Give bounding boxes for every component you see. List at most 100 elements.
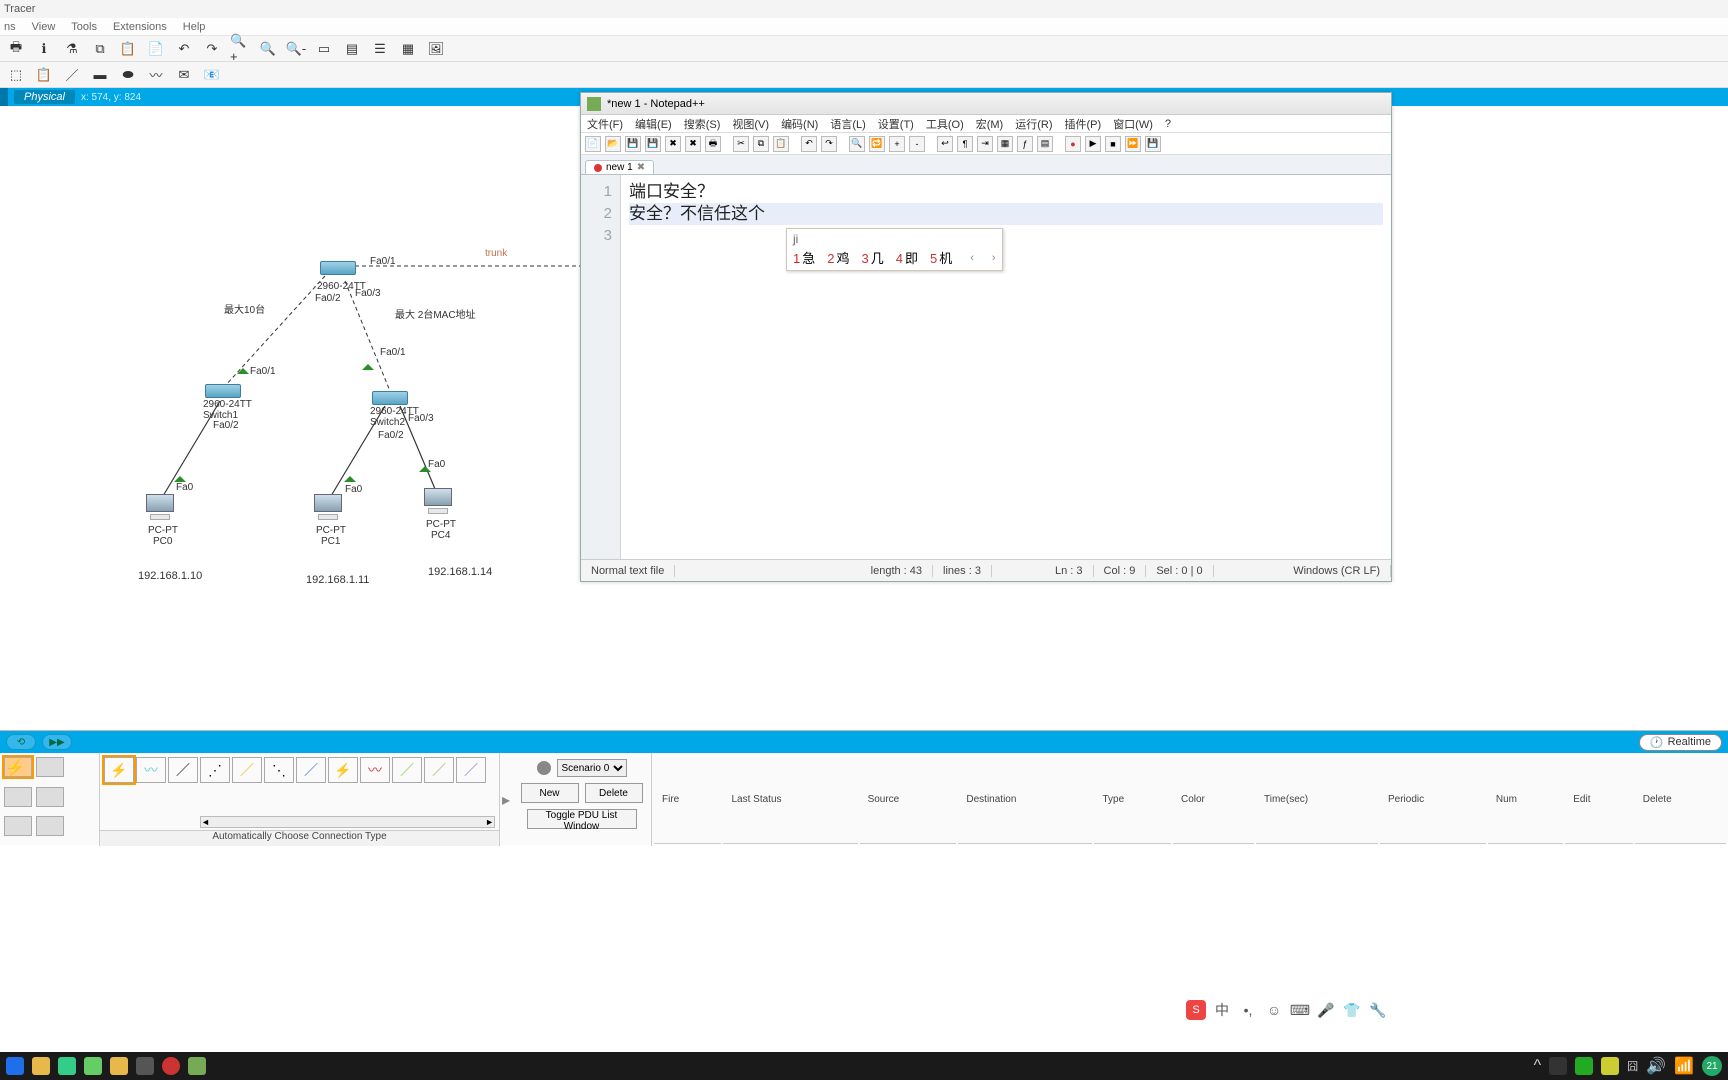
ime-keyboard-icon[interactable]: ⌨ xyxy=(1290,1000,1310,1020)
npp-menu-settings[interactable]: 设置(T) xyxy=(878,116,914,132)
npp-cut-icon[interactable]: ✂ xyxy=(733,136,749,152)
zoomin-icon[interactable]: 🔍+ xyxy=(230,39,250,59)
physical-tab[interactable]: Physical xyxy=(14,90,75,104)
ime-dock[interactable]: S 中 •, ☺ ⌨ 🎤 👕 🔧 xyxy=(1186,1000,1388,1020)
npp-copy-icon[interactable]: ⧉ xyxy=(753,136,769,152)
start-button[interactable] xyxy=(6,1057,24,1075)
npp-save-icon[interactable]: 💾 xyxy=(625,136,641,152)
menu-ns[interactable]: ns xyxy=(4,21,16,33)
cat-connections[interactable]: ⚡ xyxy=(4,757,32,777)
task-camtasia[interactable] xyxy=(136,1057,154,1075)
ime-cand-3[interactable]: 3几 xyxy=(862,248,884,267)
npp-menu-run[interactable]: 运行(R) xyxy=(1015,116,1052,132)
ime-lang[interactable]: 中 xyxy=(1212,1000,1232,1020)
cat-empty3[interactable] xyxy=(36,816,64,836)
npp-titlebar[interactable]: *new 1 - Notepad++ xyxy=(581,93,1391,115)
pc4[interactable] xyxy=(422,488,454,516)
npp-undo-icon[interactable]: ↶ xyxy=(801,136,817,152)
note-icon[interactable]: 📋 xyxy=(34,65,54,85)
switch2[interactable] xyxy=(372,391,408,405)
npp-rec-icon[interactable]: ● xyxy=(1065,136,1081,152)
ellipse-icon[interactable]: ⬬ xyxy=(118,65,138,85)
menu-tools[interactable]: Tools xyxy=(71,21,97,33)
print-icon[interactable]: 🖶 xyxy=(6,39,26,59)
fast-forward-button[interactable]: ▶▶ xyxy=(42,734,72,750)
npp-paste-icon[interactable]: 📋 xyxy=(773,136,789,152)
pdu-h-edit[interactable]: Edit xyxy=(1565,755,1632,844)
pdu-h-color[interactable]: Color xyxy=(1173,755,1254,844)
pdu-h-fire[interactable]: Fire xyxy=(654,755,721,844)
npp-menu-edit[interactable]: 编辑(E) xyxy=(635,116,672,132)
conn-octal[interactable]: ／ xyxy=(392,757,422,783)
image-icon[interactable]: 🖼 xyxy=(426,39,446,59)
paste-icon[interactable]: 📋 xyxy=(118,39,138,59)
pc1[interactable] xyxy=(312,494,344,522)
menu-extensions[interactable]: Extensions xyxy=(113,21,167,33)
task-files[interactable] xyxy=(110,1057,128,1075)
palette-scrollbar[interactable] xyxy=(200,816,495,828)
tray-wifi-icon[interactable]: 📶 xyxy=(1674,1056,1694,1076)
npp-invis-icon[interactable]: ¶ xyxy=(957,136,973,152)
freeform-icon[interactable]: 〰 xyxy=(146,65,166,85)
npp-menu-plugins[interactable]: 插件(P) xyxy=(1065,116,1102,132)
pt-menubar[interactable]: ns View Tools Extensions Help xyxy=(0,18,1728,36)
pdu-h-type[interactable]: Type xyxy=(1094,755,1171,844)
rect-icon[interactable]: ▬ xyxy=(90,65,110,85)
windows-taskbar[interactable]: ^ 囧 🔊 📶 21 xyxy=(0,1052,1728,1080)
ime-cand-5[interactable]: 5机 xyxy=(930,248,952,267)
conn-serial-dce[interactable]: ⚡ xyxy=(328,757,358,783)
sogou-icon[interactable]: S xyxy=(1186,1000,1206,1020)
npp-replace-icon[interactable]: 🔁 xyxy=(869,136,885,152)
npp-indent-icon[interactable]: ⇥ xyxy=(977,136,993,152)
tray-ime-icon[interactable]: 囧 xyxy=(1627,1058,1638,1074)
cat-empty2[interactable] xyxy=(4,816,32,836)
select-icon[interactable]: ⬚ xyxy=(6,65,26,85)
scenario-select[interactable]: Scenario 0 xyxy=(557,759,627,777)
ime-cand-1[interactable]: 1急 xyxy=(793,248,815,267)
drawrect-icon[interactable]: ▭ xyxy=(314,39,334,59)
npp-menubar[interactable]: 文件(F) 编辑(E) 搜索(S) 视图(V) 编码(N) 语言(L) 设置(T… xyxy=(581,115,1391,133)
npp-zoomin2-icon[interactable]: + xyxy=(889,136,905,152)
ime-cand-2[interactable]: 2鸡 xyxy=(827,248,849,267)
ime-face-icon[interactable]: ☺ xyxy=(1264,1000,1284,1020)
npp-playmult-icon[interactable]: ⏩ xyxy=(1125,136,1141,152)
npp-savemacro-icon[interactable]: 💾 xyxy=(1145,136,1161,152)
pdu-h-time[interactable]: Time(sec) xyxy=(1256,755,1378,844)
npp-menu-lang[interactable]: 语言(L) xyxy=(830,116,865,132)
task-explorer[interactable] xyxy=(32,1057,50,1075)
npp-print-icon[interactable]: 🖶 xyxy=(705,136,721,152)
pdu-h-last[interactable]: Last Status xyxy=(723,755,857,844)
realtime-toggle[interactable]: 🕐 Realtime xyxy=(1639,734,1722,751)
info-icon[interactable]: ℹ xyxy=(34,39,54,59)
ime-punct-icon[interactable]: •, xyxy=(1238,1000,1258,1020)
npp-map-icon[interactable]: ▤ xyxy=(1037,136,1053,152)
npp-zoomout2-icon[interactable]: - xyxy=(909,136,925,152)
collapse-handle[interactable]: ▸ xyxy=(500,753,512,846)
conn-usb[interactable]: ／ xyxy=(424,757,454,783)
ime-cand-4[interactable]: 4即 xyxy=(896,248,918,267)
ime-popup[interactable]: ji 1急 2鸡 3几 4即 5机 ‹ › xyxy=(786,228,1003,271)
tray-up-icon[interactable]: ^ xyxy=(1534,1057,1542,1075)
power-cycle-button[interactable]: ⟲ xyxy=(6,734,36,750)
ime-next-icon[interactable]: › xyxy=(992,252,996,264)
npp-menu-window[interactable]: 窗口(W) xyxy=(1113,116,1153,132)
npp-menu-file[interactable]: 文件(F) xyxy=(587,116,623,132)
switch1[interactable] xyxy=(205,384,241,398)
conn-console[interactable]: 〰 xyxy=(136,757,166,783)
logical-handle[interactable] xyxy=(0,88,8,106)
task-pt[interactable] xyxy=(188,1057,206,1075)
device-icon[interactable]: ▦ xyxy=(398,39,418,59)
pdu-h-dst[interactable]: Destination xyxy=(958,755,1092,844)
drawpoly-icon[interactable]: ▤ xyxy=(342,39,362,59)
pdu-h-per[interactable]: Periodic xyxy=(1380,755,1486,844)
activity-icon[interactable]: ⚗ xyxy=(62,39,82,59)
tray-date-badge[interactable]: 21 xyxy=(1702,1056,1722,1076)
paste2-icon[interactable]: 📄 xyxy=(146,39,166,59)
npp-tabbar[interactable]: new 1 ✖ xyxy=(581,155,1391,175)
npp-menu-help[interactable]: ? xyxy=(1165,118,1171,130)
menu-help[interactable]: Help xyxy=(183,21,206,33)
task-app1[interactable] xyxy=(84,1057,102,1075)
conn-auto[interactable]: ⚡ xyxy=(104,757,134,783)
npp-menu-view[interactable]: 视图(V) xyxy=(732,116,769,132)
code-area[interactable]: 端口安全？ 安全？不信任这个 xyxy=(621,175,1391,559)
